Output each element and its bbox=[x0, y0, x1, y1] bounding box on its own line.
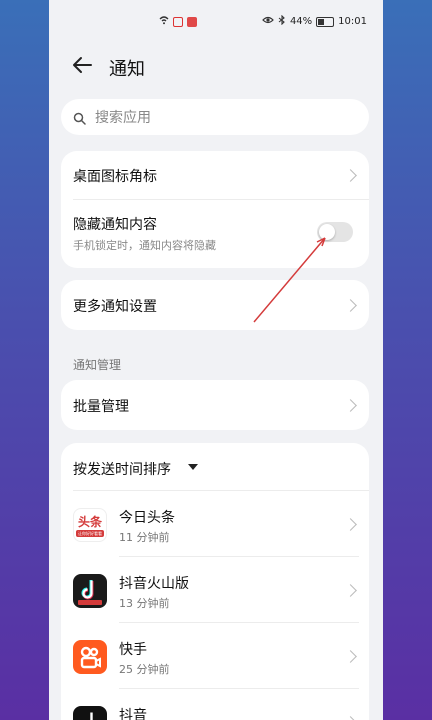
app-name: 抖音 bbox=[119, 708, 147, 720]
app-row-douyin-huoshan[interactable]: 抖音火山版 13 分钟前 bbox=[61, 557, 369, 622]
toggle-knob bbox=[319, 224, 335, 240]
bluetooth-icon bbox=[278, 14, 286, 28]
notification-settings-card: 桌面图标角标 隐藏通知内容 手机锁定时，通知内容将隐藏 bbox=[61, 151, 369, 268]
search-input[interactable] bbox=[93, 106, 357, 130]
page-title: 通知 bbox=[109, 59, 145, 80]
phone-screen: 44% 10:01 通知 桌面图标角标 隐藏通知内容 手机锁定时，通知内容将隐藏 bbox=[49, 0, 383, 720]
batch-manage-label: 批量管理 bbox=[73, 399, 129, 415]
eye-icon bbox=[262, 15, 274, 28]
battery-icon bbox=[316, 16, 335, 27]
kuaishou-icon bbox=[73, 640, 107, 674]
app-name: 今日头条 bbox=[119, 510, 175, 526]
toutiao-icon: 头条 让你好好看看 bbox=[73, 508, 107, 542]
chevron-right-icon bbox=[344, 650, 357, 663]
more-settings-label: 更多通知设置 bbox=[73, 299, 157, 315]
hide-content-row: 隐藏通知内容 手机锁定时，通知内容将隐藏 bbox=[61, 200, 369, 268]
wifi-speed-icon bbox=[159, 15, 169, 28]
hide-content-label: 隐藏通知内容 bbox=[73, 217, 157, 233]
app-time: 25 分钟前 bbox=[119, 663, 170, 676]
status-left-icons bbox=[159, 15, 197, 28]
app-list-card: 按发送时间排序 头条 让你好好看看 今日头条 11 分钟前 抖音火山版 13 分… bbox=[61, 443, 369, 720]
app-time: 13 分钟前 bbox=[119, 597, 170, 610]
chevron-right-icon bbox=[344, 518, 357, 531]
notification-app-icon bbox=[173, 16, 183, 27]
badge-row[interactable]: 桌面图标角标 bbox=[61, 151, 369, 199]
app-row-kuaishou[interactable]: 快手 25 分钟前 bbox=[61, 623, 369, 688]
batch-manage-card[interactable]: 批量管理 bbox=[61, 380, 369, 430]
status-right-icons: 44% 10:01 bbox=[262, 14, 367, 28]
douyin-icon bbox=[73, 706, 107, 720]
hide-content-description: 手机锁定时，通知内容将隐藏 bbox=[73, 239, 216, 252]
search-bar[interactable] bbox=[61, 99, 369, 135]
more-settings-card[interactable]: 更多通知设置 bbox=[61, 280, 369, 330]
caret-down-icon bbox=[188, 464, 198, 470]
notification-app-icon-2 bbox=[187, 16, 197, 27]
hide-content-toggle[interactable] bbox=[317, 222, 353, 242]
douyin-huoshan-icon bbox=[73, 574, 107, 608]
badge-label: 桌面图标角标 bbox=[73, 169, 157, 185]
search-icon bbox=[73, 110, 86, 129]
app-name: 快手 bbox=[119, 642, 147, 658]
chevron-right-icon bbox=[344, 169, 357, 182]
status-bar: 44% 10:01 bbox=[49, 0, 383, 40]
app-header: 通知 bbox=[49, 46, 383, 86]
back-arrow-icon[interactable] bbox=[71, 54, 93, 76]
sort-label: 按发送时间排序 bbox=[73, 462, 171, 478]
app-time: 11 分钟前 bbox=[119, 531, 170, 544]
section-title: 通知管理 bbox=[73, 358, 122, 372]
chevron-right-icon bbox=[344, 299, 357, 312]
chevron-right-icon bbox=[344, 399, 357, 412]
clock: 10:01 bbox=[338, 16, 367, 27]
app-name: 抖音火山版 bbox=[119, 576, 189, 592]
app-row-toutiao[interactable]: 头条 让你好好看看 今日头条 11 分钟前 bbox=[61, 491, 369, 556]
chevron-right-icon bbox=[344, 584, 357, 597]
chevron-right-icon bbox=[344, 716, 357, 720]
battery-percent: 44% bbox=[289, 16, 313, 27]
app-row-douyin[interactable]: 抖音 bbox=[61, 689, 369, 720]
